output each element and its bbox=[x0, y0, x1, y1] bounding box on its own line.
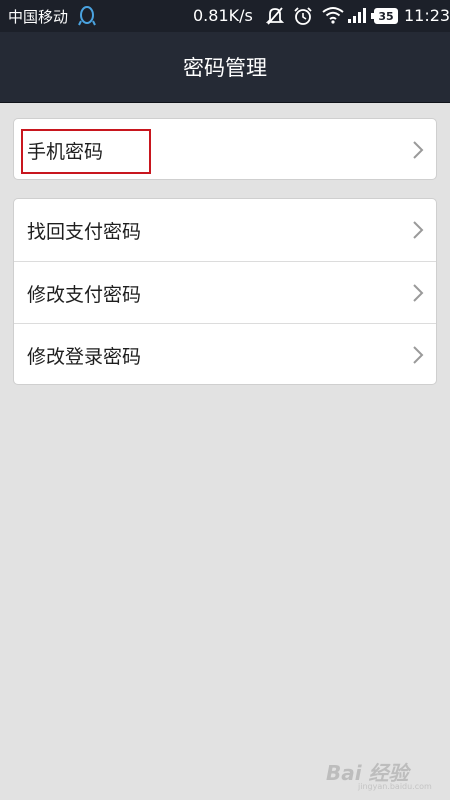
chevron-right-icon bbox=[413, 221, 424, 239]
wifi-icon bbox=[322, 7, 344, 24]
battery-icon: 35 bbox=[371, 8, 398, 24]
list-item-change-payment-password[interactable]: 修改支付密码 bbox=[14, 261, 436, 323]
carrier-name: 中国移动 bbox=[8, 8, 69, 26]
list-item-label: 找回支付密码 bbox=[27, 221, 142, 243]
settings-group-passwords: 找回支付密码 修改支付密码 修改登录密码 bbox=[13, 198, 437, 385]
list-item-label: 修改支付密码 bbox=[27, 284, 142, 306]
qq-icon bbox=[78, 6, 96, 26]
watermark-url: jingyan.baidu.com bbox=[358, 782, 432, 791]
network-speed: 0.81K/s bbox=[193, 6, 253, 25]
chevron-right-icon bbox=[413, 346, 424, 364]
list-item-change-login-password[interactable]: 修改登录密码 bbox=[14, 323, 436, 385]
list-item-recover-payment-password[interactable]: 找回支付密码 bbox=[14, 199, 436, 261]
signal-icon bbox=[348, 8, 366, 23]
list-item-label: 修改登录密码 bbox=[27, 346, 142, 368]
clock: 11:23 bbox=[404, 6, 450, 25]
chevron-right-icon bbox=[413, 141, 424, 159]
title-bar: 密码管理 bbox=[0, 32, 450, 103]
status-bar: 中国移动 0.81K/s 35 11:23 bbox=[0, 0, 450, 32]
highlight-annotation bbox=[21, 129, 151, 174]
page-title: 密码管理 bbox=[183, 56, 267, 80]
chevron-right-icon bbox=[413, 284, 424, 302]
alarm-icon bbox=[294, 7, 312, 25]
notification-muted-icon bbox=[266, 7, 284, 25]
